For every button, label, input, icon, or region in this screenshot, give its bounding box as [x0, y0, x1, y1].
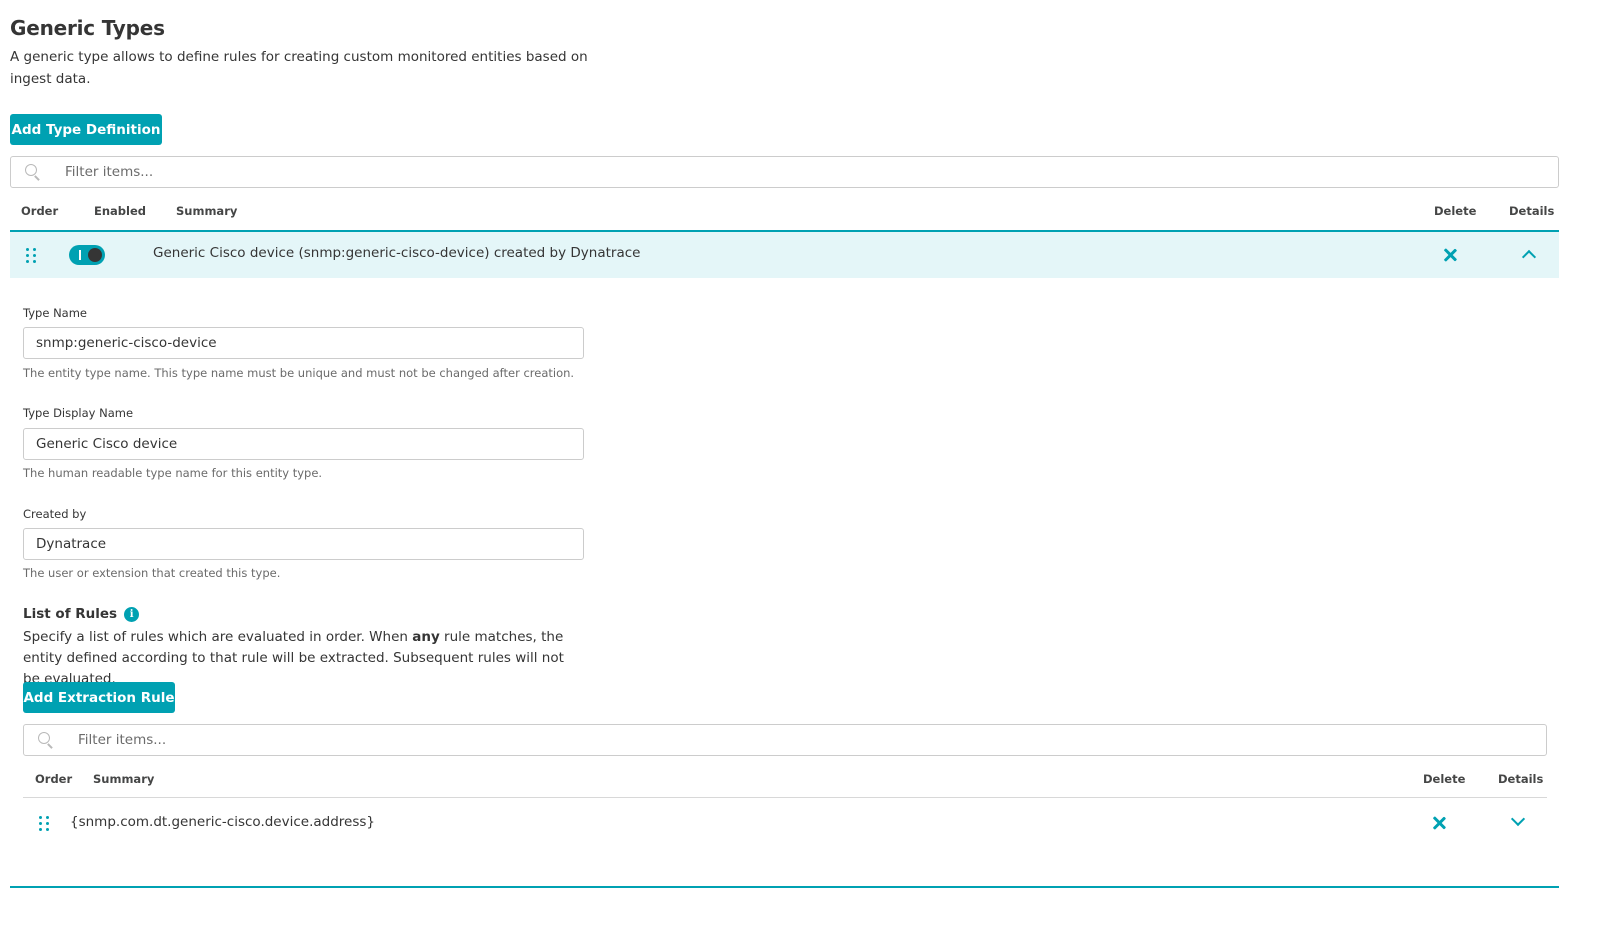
rule-drag-handle-icon[interactable]	[39, 816, 49, 831]
column-header-enabled: Enabled	[94, 204, 147, 218]
rules-desc-before: Specify a list of rules which are evalua…	[23, 629, 413, 645]
rule-row-summary: {snmp.com.dt.generic-cisco.device.addres…	[70, 814, 376, 830]
rules-filter-bar	[23, 724, 1547, 756]
search-icon	[25, 164, 41, 181]
type-display-name-label: Type Display Name	[23, 406, 134, 420]
type-display-name-hint: The human readable type name for this en…	[23, 466, 323, 480]
add-type-definition-button[interactable]: Add Type Definition	[10, 114, 162, 145]
rules-section-title: List of Rules i	[23, 606, 140, 622]
rules-filter-input[interactable]	[78, 732, 1448, 748]
drag-handle-icon[interactable]	[26, 248, 36, 263]
rules-column-header-order: Order	[35, 772, 73, 786]
filter-input[interactable]	[65, 164, 1458, 180]
rules-column-header-delete: Delete	[1423, 772, 1466, 786]
created-by-hint: The user or extension that created this …	[23, 566, 281, 580]
column-header-order: Order	[21, 204, 59, 218]
rules-column-header-summary: Summary	[93, 772, 155, 786]
filter-bar	[10, 156, 1559, 188]
type-name-hint: The entity type name. This type name mus…	[23, 366, 575, 380]
type-name-label: Type Name	[23, 306, 87, 320]
type-display-name-field[interactable]	[23, 428, 584, 460]
created-by-field[interactable]	[23, 528, 584, 560]
rules-title-text: List of Rules	[23, 606, 118, 622]
enabled-toggle[interactable]	[69, 245, 105, 265]
rules-description: Specify a list of rules which are evalua…	[23, 627, 583, 690]
rules-desc-bold: any	[412, 629, 440, 645]
type-name-field[interactable]	[23, 327, 584, 359]
divider	[23, 797, 1547, 798]
search-icon	[38, 732, 54, 749]
chevron-down-icon[interactable]	[1510, 811, 1526, 827]
column-header-summary: Summary	[176, 204, 238, 218]
column-header-details: Details	[1509, 204, 1555, 218]
page-description: A generic type allows to define rules fo…	[10, 49, 588, 87]
add-extraction-rule-button[interactable]: Add Extraction Rule	[23, 682, 175, 713]
delete-icon[interactable]	[1443, 248, 1457, 262]
row-summary: Generic Cisco device (snmp:generic-cisco…	[153, 245, 641, 261]
info-icon[interactable]: i	[124, 606, 140, 622]
rule-delete-icon[interactable]	[1432, 816, 1446, 830]
created-by-label: Created by	[23, 507, 87, 521]
section-bottom-border	[10, 886, 1559, 888]
column-header-delete: Delete	[1434, 204, 1477, 218]
page-title: Generic Types	[10, 16, 165, 40]
rules-column-header-details: Details	[1498, 772, 1544, 786]
